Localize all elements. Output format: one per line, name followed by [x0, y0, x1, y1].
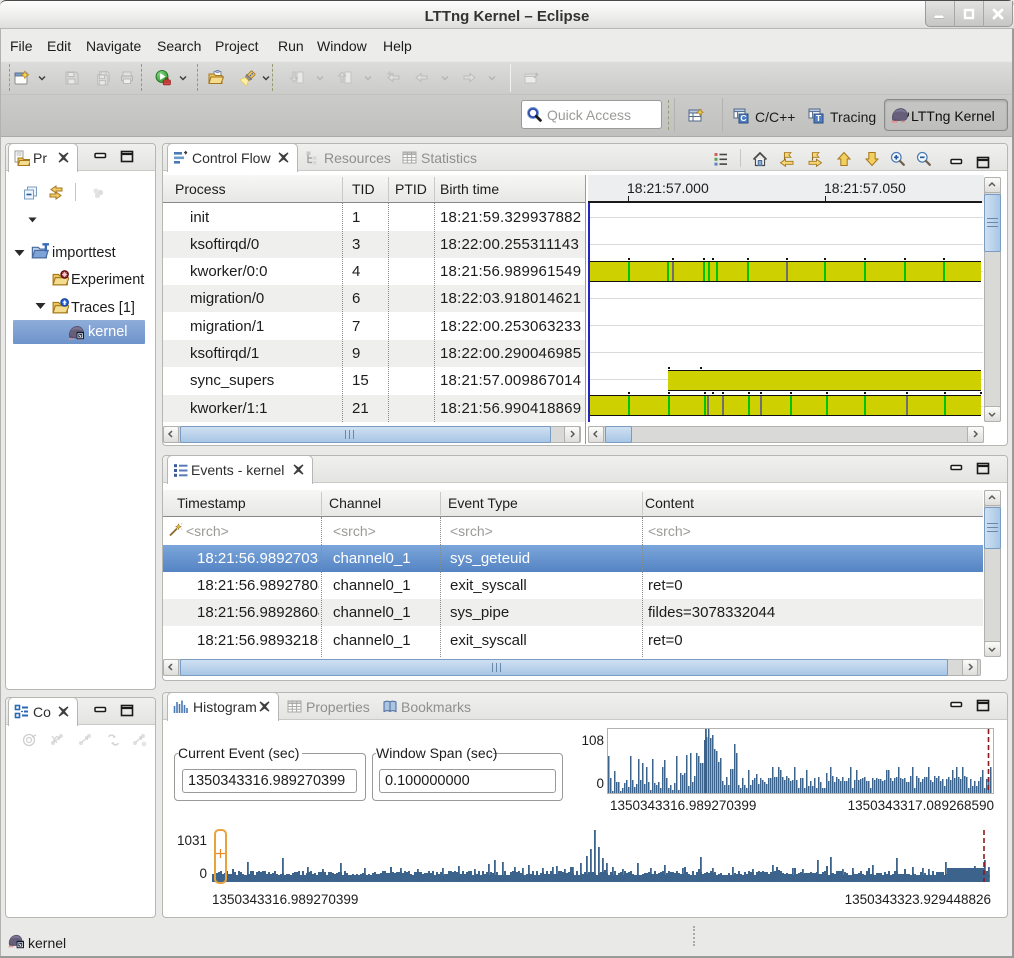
- svg-text:T: T: [816, 113, 822, 123]
- svg-text:C: C: [740, 113, 746, 123]
